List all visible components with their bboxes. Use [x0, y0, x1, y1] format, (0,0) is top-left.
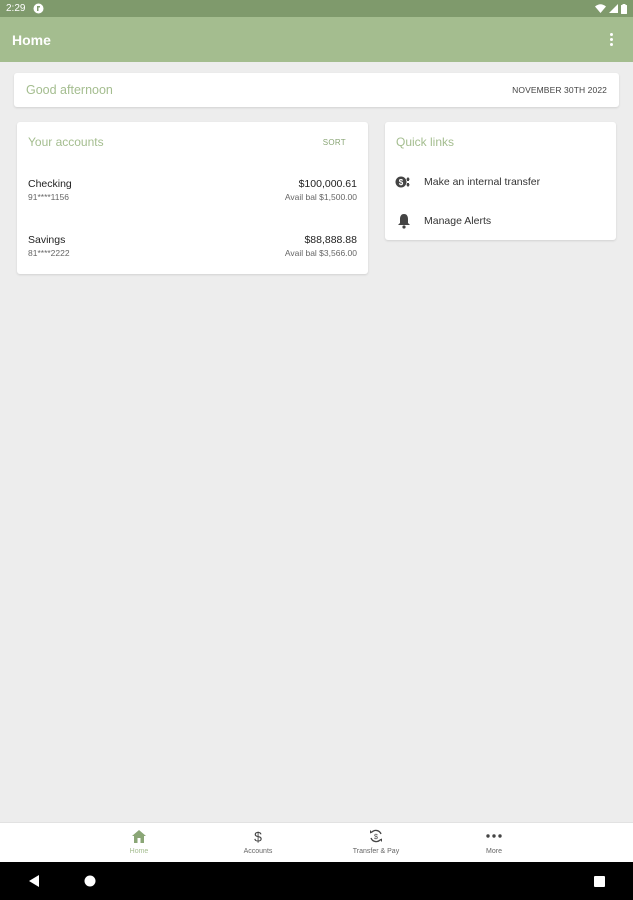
quick-link-internal-transfer[interactable]: $ Make an internal transfer	[395, 170, 606, 194]
dollar-icon: $	[253, 828, 263, 844]
nav-label: Accounts	[243, 848, 273, 855]
nav-home[interactable]: Home	[99, 828, 179, 860]
quick-link-label: Make an internal transfer	[424, 176, 541, 188]
bottom-nav: Home $ Accounts $ Transfer & Pay More	[0, 822, 633, 862]
status-bar: 2:29	[0, 0, 633, 17]
bell-icon	[395, 212, 413, 230]
nav-label: More	[486, 848, 502, 855]
svg-text:$: $	[254, 829, 262, 844]
system-nav-bar	[0, 862, 633, 900]
greeting-card: Good afternoon NOVEMBER 30TH 2022	[14, 73, 619, 107]
svg-text:$: $	[374, 834, 378, 841]
account-available-balance: Avail bal $1,500.00	[284, 192, 357, 202]
account-balance: $88,888.88	[304, 234, 357, 246]
account-number: 81****2222	[28, 248, 70, 258]
battery-icon	[621, 3, 627, 14]
nav-label: Transfer & Pay	[352, 848, 400, 855]
back-icon[interactable]	[26, 873, 42, 889]
transfer-icon: $	[395, 173, 413, 191]
app-bar: Home	[0, 17, 633, 62]
more-vert-icon[interactable]	[601, 28, 621, 52]
notification-icon	[33, 3, 44, 14]
account-name: Checking	[28, 178, 72, 190]
page-title: Home	[12, 31, 51, 48]
account-row-checking[interactable]: Checking 91****1156 $100,000.61 Avail ba…	[28, 177, 357, 209]
nav-label: Home	[129, 848, 149, 855]
more-horiz-icon	[486, 828, 502, 844]
account-name: Savings	[28, 234, 66, 246]
quick-link-label: Manage Alerts	[424, 215, 492, 227]
greeting-text: Good afternoon	[26, 83, 113, 97]
nav-accounts[interactable]: $ Accounts	[218, 828, 298, 860]
quick-links-card: Quick links $ Make an internal transfer …	[385, 122, 616, 240]
home-circle-icon[interactable]	[82, 873, 98, 889]
accounts-title: Your accounts	[28, 135, 104, 149]
status-time: 2:29	[6, 3, 26, 14]
account-available-balance: Avail bal $3,566.00	[284, 248, 357, 258]
wifi-icon	[595, 4, 606, 13]
quick-link-manage-alerts[interactable]: Manage Alerts	[395, 209, 606, 233]
date-label: NOVEMBER 30TH 2022	[512, 85, 607, 95]
accounts-card: Your accounts SORT Checking 91****1156 $…	[17, 122, 368, 274]
nav-transfer-pay[interactable]: $ Transfer & Pay	[336, 828, 416, 860]
account-number: 91****1156	[28, 192, 69, 202]
account-row-savings[interactable]: Savings 81****2222 $88,888.88 Avail bal …	[28, 233, 357, 265]
quick-links-title: Quick links	[396, 135, 455, 149]
svg-text:$: $	[399, 178, 404, 187]
sort-button[interactable]: SORT	[323, 138, 357, 147]
transfer-pay-icon: $	[369, 828, 383, 844]
nav-more[interactable]: More	[454, 828, 534, 860]
account-balance: $100,000.61	[298, 178, 357, 190]
signal-icon	[609, 4, 618, 13]
home-icon	[132, 828, 146, 844]
recents-icon[interactable]	[591, 873, 607, 889]
